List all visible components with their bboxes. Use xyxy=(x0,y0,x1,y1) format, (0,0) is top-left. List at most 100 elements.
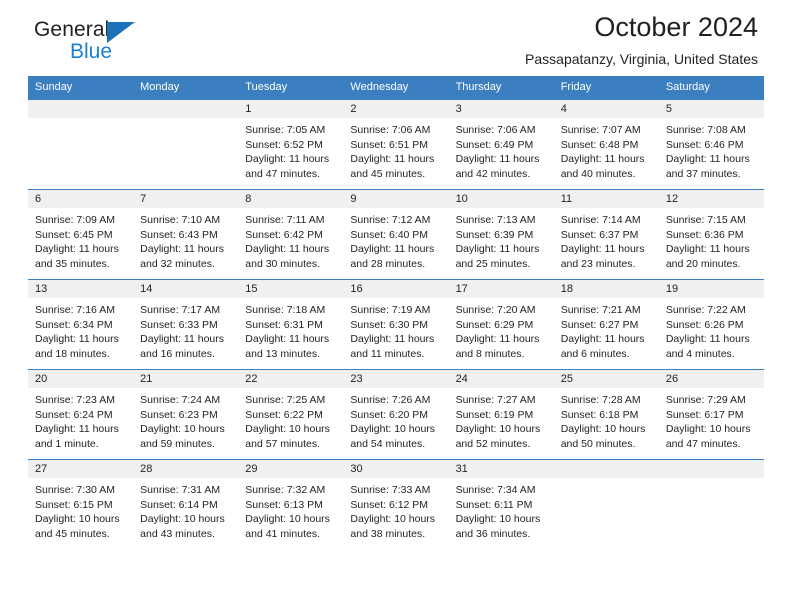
generalblue-logo[interactable]: General Blue xyxy=(34,18,164,70)
calendar-day-cell[interactable]: 15 Sunrise: 7:18 AM Sunset: 6:31 PM Dayligh… xyxy=(238,279,344,370)
day-details: Sunrise: 7:23 AM Sunset: 6:24 PM Daylight:… xyxy=(28,388,133,451)
day-details: Sunrise: 7:29 AM Sunset: 6:17 PM Daylight:… xyxy=(659,388,764,451)
sunrise-sunset-calendar: Sunday Monday Tuesday Wednesday Thursday… xyxy=(28,76,764,549)
day-number xyxy=(28,100,134,118)
day-number: 21 xyxy=(133,370,239,388)
calendar-day-cell[interactable]: 25 Sunrise: 7:28 AM Sunset: 6:18 PM Dayligh… xyxy=(553,369,659,460)
sunrise-text: Sunrise: 7:34 AM xyxy=(455,484,536,496)
daylight-text: Daylight: 11 hours and 16 minutes. xyxy=(140,333,224,360)
day-number: 27 xyxy=(28,460,134,478)
day-number: 29 xyxy=(238,460,344,478)
calendar-day-cell[interactable]: 29 Sunrise: 7:32 AM Sunset: 6:13 PM Dayligh… xyxy=(238,459,344,549)
calendar-day-cell[interactable]: 1 Sunrise: 7:05 AM Sunset: 6:52 PM Daylight… xyxy=(238,99,344,190)
weekday-header-thursday: Thursday xyxy=(448,76,554,100)
calendar-day-cell[interactable]: 28 Sunrise: 7:31 AM Sunset: 6:14 PM Dayligh… xyxy=(133,459,239,549)
calendar-week-row: 1 Sunrise: 7:05 AM Sunset: 6:52 PM Daylight… xyxy=(28,99,764,190)
sunrise-text: Sunrise: 7:08 AM xyxy=(665,124,746,136)
sunrise-text: Sunrise: 7:11 AM xyxy=(245,214,325,226)
daylight-text: Daylight: 11 hours and 30 minutes. xyxy=(245,243,330,270)
day-number: 2 xyxy=(343,100,449,118)
day-number: 15 xyxy=(238,280,344,298)
calendar-week-row: 6 Sunrise: 7:09 AM Sunset: 6:45 PM Daylight… xyxy=(28,189,764,280)
calendar-day-cell[interactable]: 18 Sunrise: 7:21 AM Sunset: 6:27 PM Dayligh… xyxy=(553,279,659,370)
sunrise-text: Sunrise: 7:16 AM xyxy=(35,304,115,316)
calendar-day-cell-empty xyxy=(28,99,134,190)
calendar-week-row: 20 Sunrise: 7:23 AM Sunset: 6:24 PM Dayligh… xyxy=(28,369,764,460)
calendar-day-cell-empty xyxy=(658,459,764,549)
day-details: Sunrise: 7:05 AM Sunset: 6:52 PM Daylight:… xyxy=(238,118,343,181)
calendar-day-cell[interactable]: 17 Sunrise: 7:20 AM Sunset: 6:29 PM Dayligh… xyxy=(448,279,554,370)
day-number: 30 xyxy=(343,460,449,478)
sunrise-text: Sunrise: 7:26 AM xyxy=(350,394,431,406)
calendar-day-cell[interactable]: 6 Sunrise: 7:09 AM Sunset: 6:45 PM Daylight… xyxy=(28,189,134,280)
calendar-day-cell[interactable]: 10 Sunrise: 7:13 AM Sunset: 6:39 PM Dayligh… xyxy=(448,189,554,280)
calendar-day-cell[interactable]: 20 Sunrise: 7:23 AM Sunset: 6:24 PM Dayligh… xyxy=(28,369,134,460)
day-number: 8 xyxy=(238,190,344,208)
day-details: Sunrise: 7:16 AM Sunset: 6:34 PM Daylight:… xyxy=(28,298,133,361)
calendar-day-cell[interactable]: 2 Sunrise: 7:06 AM Sunset: 6:51 PM Daylight… xyxy=(343,99,449,190)
sunrise-text: Sunrise: 7:18 AM xyxy=(245,304,326,316)
calendar-day-cell[interactable]: 31 Sunrise: 7:34 AM Sunset: 6:11 PM Dayligh… xyxy=(448,459,554,549)
sunset-text: Sunset: 6:42 PM xyxy=(245,228,323,241)
calendar-day-cell[interactable]: 21 Sunrise: 7:24 AM Sunset: 6:23 PM Dayligh… xyxy=(133,369,239,460)
day-details: Sunrise: 7:31 AM Sunset: 6:14 PM Daylight:… xyxy=(133,478,238,541)
calendar-day-cell[interactable]: 5 Sunrise: 7:08 AM Sunset: 6:46 PM Daylight… xyxy=(658,99,764,190)
sunset-text: Sunset: 6:37 PM xyxy=(560,228,639,241)
calendar-day-cell[interactable]: 27 Sunrise: 7:30 AM Sunset: 6:15 PM Dayligh… xyxy=(28,459,134,549)
sunrise-text: Sunrise: 7:25 AM xyxy=(245,394,326,406)
daylight-text: Daylight: 11 hours and 32 minutes. xyxy=(140,243,224,270)
sunset-text: Sunset: 6:22 PM xyxy=(245,408,323,421)
day-number: 31 xyxy=(448,460,554,478)
sunrise-text: Sunrise: 7:06 AM xyxy=(350,124,431,136)
sunrise-text: Sunrise: 7:23 AM xyxy=(35,394,115,406)
weekday-header-tuesday: Tuesday xyxy=(238,76,344,100)
daylight-text: Daylight: 11 hours and 25 minutes. xyxy=(455,243,540,270)
day-number: 14 xyxy=(133,280,239,298)
day-number: 20 xyxy=(28,370,134,388)
sunrise-text: Sunrise: 7:28 AM xyxy=(560,394,641,406)
sunrise-text: Sunrise: 7:20 AM xyxy=(455,304,536,316)
calendar-day-cell[interactable]: 30 Sunrise: 7:33 AM Sunset: 6:12 PM Dayligh… xyxy=(343,459,449,549)
calendar-day-cell[interactable]: 13 Sunrise: 7:16 AM Sunset: 6:34 PM Dayligh… xyxy=(28,279,134,370)
calendar-day-cell[interactable]: 19 Sunrise: 7:22 AM Sunset: 6:26 PM Dayligh… xyxy=(658,279,764,370)
daylight-text: Daylight: 11 hours and 45 minutes. xyxy=(350,153,435,180)
calendar-day-cell[interactable]: 11 Sunrise: 7:14 AM Sunset: 6:37 PM Dayligh… xyxy=(553,189,659,280)
daylight-text: Daylight: 11 hours and 20 minutes. xyxy=(665,243,750,270)
daylight-text: Daylight: 10 hours and 38 minutes. xyxy=(350,513,436,540)
calendar-day-cell[interactable]: 23 Sunrise: 7:26 AM Sunset: 6:20 PM Dayligh… xyxy=(343,369,449,460)
calendar-day-cell[interactable]: 3 Sunrise: 7:06 AM Sunset: 6:49 PM Daylight… xyxy=(448,99,554,190)
day-details: Sunrise: 7:17 AM Sunset: 6:33 PM Daylight:… xyxy=(133,298,238,361)
calendar-day-cell[interactable]: 24 Sunrise: 7:27 AM Sunset: 6:19 PM Dayligh… xyxy=(448,369,554,460)
weekday-header-wednesday: Wednesday xyxy=(343,76,449,100)
day-number: 16 xyxy=(343,280,449,298)
calendar-day-cell[interactable]: 14 Sunrise: 7:17 AM Sunset: 6:33 PM Dayligh… xyxy=(133,279,239,370)
calendar-day-cell[interactable]: 8 Sunrise: 7:11 AM Sunset: 6:42 PM Daylight… xyxy=(238,189,344,280)
daylight-text: Daylight: 10 hours and 47 minutes. xyxy=(665,423,751,450)
day-number: 7 xyxy=(133,190,239,208)
day-number: 26 xyxy=(658,370,764,388)
calendar-day-cell[interactable]: 9 Sunrise: 7:12 AM Sunset: 6:40 PM Daylight… xyxy=(343,189,449,280)
day-details: Sunrise: 7:32 AM Sunset: 6:13 PM Daylight:… xyxy=(238,478,343,541)
calendar-day-cell[interactable]: 12 Sunrise: 7:15 AM Sunset: 6:36 PM Dayligh… xyxy=(658,189,764,280)
day-details: Sunrise: 7:20 AM Sunset: 6:29 PM Daylight:… xyxy=(449,298,554,361)
sunset-text: Sunset: 6:18 PM xyxy=(560,408,639,421)
page-title: October 2024 xyxy=(594,12,758,42)
day-number: 23 xyxy=(343,370,449,388)
calendar-week-row: 27 Sunrise: 7:30 AM Sunset: 6:15 PM Dayligh… xyxy=(28,459,764,549)
day-details: Sunrise: 7:18 AM Sunset: 6:31 PM Daylight:… xyxy=(238,298,343,361)
day-details: Sunrise: 7:30 AM Sunset: 6:15 PM Daylight:… xyxy=(28,478,133,541)
sunset-text: Sunset: 6:52 PM xyxy=(245,138,323,151)
sunset-text: Sunset: 6:30 PM xyxy=(350,318,429,331)
calendar-day-cell-empty xyxy=(133,99,239,190)
sunrise-text: Sunrise: 7:21 AM xyxy=(560,304,641,316)
sunrise-text: Sunrise: 7:15 AM xyxy=(665,214,746,226)
day-details: Sunrise: 7:26 AM Sunset: 6:20 PM Daylight:… xyxy=(343,388,448,451)
calendar-day-cell[interactable]: 22 Sunrise: 7:25 AM Sunset: 6:22 PM Dayligh… xyxy=(238,369,344,460)
day-details: Sunrise: 7:06 AM Sunset: 6:51 PM Daylight:… xyxy=(343,118,448,181)
calendar-day-cell[interactable]: 4 Sunrise: 7:07 AM Sunset: 6:48 PM Daylight… xyxy=(553,99,659,190)
calendar-day-cell[interactable]: 7 Sunrise: 7:10 AM Sunset: 6:43 PM Daylight… xyxy=(133,189,239,280)
weekday-header-sunday: Sunday xyxy=(28,76,134,100)
daylight-text: Daylight: 11 hours and 6 minutes. xyxy=(560,333,645,360)
calendar-day-cell[interactable]: 16 Sunrise: 7:19 AM Sunset: 6:30 PM Dayligh… xyxy=(343,279,449,370)
calendar-day-cell[interactable]: 26 Sunrise: 7:29 AM Sunset: 6:17 PM Dayligh… xyxy=(658,369,764,460)
